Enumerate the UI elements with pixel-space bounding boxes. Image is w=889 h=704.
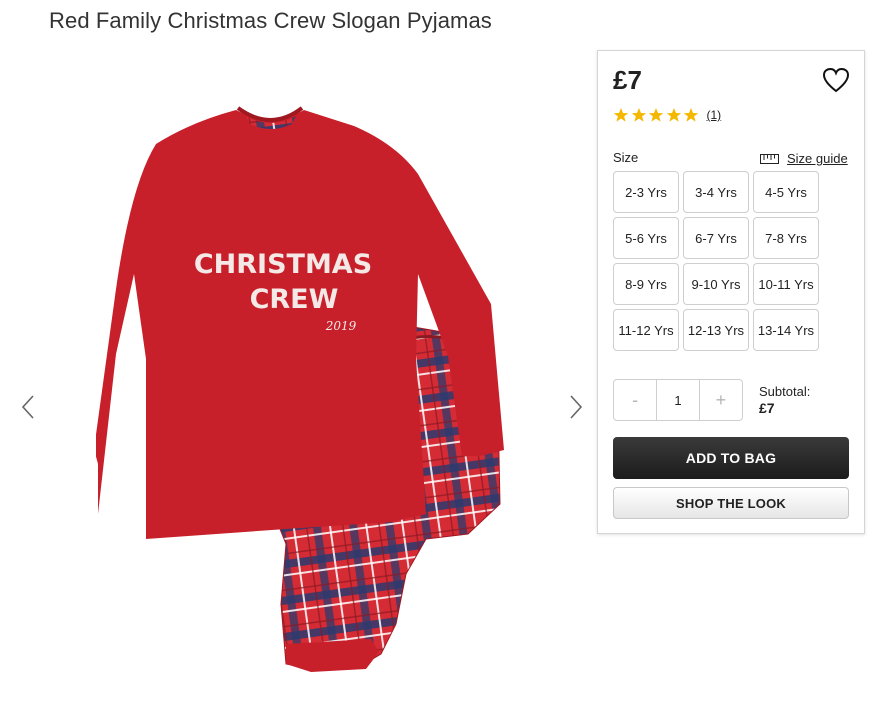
size-options: 2-3 Yrs 3-4 Yrs 4-5 Yrs 5-6 Yrs 6-7 Yrs … [613, 171, 823, 351]
top-print-line2: CREW [250, 284, 339, 315]
subtotal-label: Subtotal: [759, 384, 811, 399]
star-icon [648, 108, 664, 122]
subtotal-value: £7 [759, 400, 775, 416]
size-guide-link[interactable]: Size guide [760, 151, 848, 166]
quantity-increment-button[interactable]: + [700, 380, 742, 420]
top-print-line1: CHRISTMAS [194, 249, 372, 280]
subtotal: Subtotal: £7 [759, 383, 810, 417]
size-option[interactable]: 8-9 Yrs [613, 263, 679, 305]
size-option[interactable]: 11-12 Yrs [613, 309, 679, 351]
size-option[interactable]: 9-10 Yrs [683, 263, 749, 305]
size-option[interactable]: 13-14 Yrs [753, 309, 819, 351]
product-image: CHRISTMAS CREW 2019 [96, 106, 504, 672]
top-print-year: 2019 [325, 319, 357, 333]
quantity-stepper: - 1 + [613, 379, 743, 421]
star-icon [683, 108, 699, 122]
add-to-bag-button[interactable]: ADD TO BAG [613, 437, 849, 479]
size-option[interactable]: 4-5 Yrs [753, 171, 819, 213]
chevron-right-icon [570, 395, 583, 419]
size-option[interactable]: 6-7 Yrs [683, 217, 749, 259]
size-option[interactable]: 5-6 Yrs [613, 217, 679, 259]
ruler-icon [760, 153, 779, 164]
size-option[interactable]: 2-3 Yrs [613, 171, 679, 213]
gallery-prev-button[interactable] [16, 390, 40, 424]
heart-icon[interactable] [822, 67, 850, 93]
purchase-panel: £7 (1) Size Size guide 2-3 Yrs 3-4 Yrs 4… [597, 50, 865, 534]
product-title: Red Family Christmas Crew Slogan Pyjamas [49, 8, 492, 33]
shop-the-look-button[interactable]: SHOP THE LOOK [613, 487, 849, 519]
chevron-left-icon [21, 395, 34, 419]
star-icon [613, 108, 629, 122]
size-option[interactable]: 12-13 Yrs [683, 309, 749, 351]
star-icon [631, 108, 646, 122]
rating: (1) [613, 107, 721, 123]
star-icon [666, 108, 681, 122]
size-option[interactable]: 10-11 Yrs [753, 263, 819, 305]
gallery-next-button[interactable] [564, 390, 588, 424]
quantity-input[interactable]: 1 [656, 380, 700, 420]
size-label: Size [613, 150, 639, 165]
size-option[interactable]: 7-8 Yrs [753, 217, 819, 259]
product-gallery: CHRISTMAS CREW 2019 [0, 60, 597, 704]
size-guide-label: Size guide [787, 151, 848, 166]
size-option[interactable]: 3-4 Yrs [683, 171, 749, 213]
review-count-link[interactable]: (1) [707, 108, 722, 122]
quantity-decrement-button[interactable]: - [614, 380, 656, 420]
price: £7 [613, 65, 642, 95]
